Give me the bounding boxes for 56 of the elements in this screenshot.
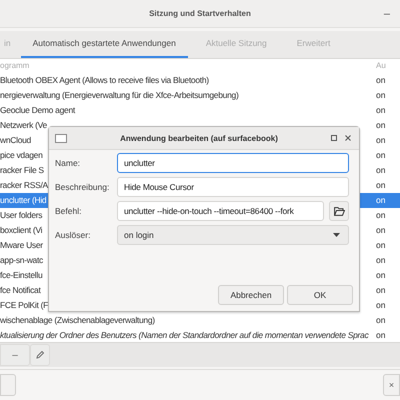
- field-label: Beschreibung:: [55, 182, 110, 192]
- program-name: fce-Einstellu: [0, 270, 42, 280]
- program-name: Geoclue Demo agent: [0, 105, 75, 116]
- window-title: Sitzung und Startverhalten: [149, 8, 251, 18]
- program-name: Bluetooth OBEX Agent (Allows to receive files via Bluetooth): [0, 75, 209, 86]
- trigger-cell-text: on: [376, 300, 386, 310]
- program-name: Netzwerk (Ve: [0, 120, 47, 130]
- program-name: wischenablage (Zwischenablageverwaltung): [0, 315, 155, 326]
- trigger-cell-text: on: [376, 330, 386, 340]
- list-row[interactable]: wischenablage (Zwischenablageverwaltung) on: [0, 312, 400, 328]
- program-name: FCE PolKit (F: [0, 300, 48, 310]
- program-name: ktualisierung der Ordner des Benutzers (Namen der Standardordner auf die momentan verwendete Sprac: [0, 330, 368, 340]
- trigger-cell-text: on: [376, 285, 386, 296]
- list-row[interactable]: Bluetooth OBEX Agent (Allows to receive files via Bluetooth) on: [0, 72, 400, 88]
- program-name: unclutter (Hid: [0, 195, 46, 206]
- browse-button[interactable]: [329, 201, 349, 221]
- trigger-cell-text: on: [376, 75, 386, 86]
- list-row[interactable]: nergieverwaltung (Energieverwaltung für die Xfce-Arbeitsumgebung) on: [0, 88, 400, 103]
- trigger-cell-text: on: [376, 315, 386, 326]
- trigger-cell-text: on: [376, 105, 386, 116]
- trigger-cell-text: on: [376, 270, 386, 280]
- trigger-cell-text: on: [376, 150, 386, 160]
- program-name: Mware User: [0, 240, 43, 250]
- trigger-dropdown[interactable]: on login: [117, 225, 349, 245]
- list-row[interactable]: Geoclue Demo agent on: [0, 102, 400, 118]
- name-field[interactable]: unclutter: [117, 153, 349, 173]
- field-label: Auslöser:: [55, 230, 92, 240]
- program-name: app-sn-watc: [0, 255, 43, 266]
- remove-button[interactable]: –: [0, 344, 30, 366]
- folder-icon: [334, 206, 344, 216]
- trigger-cell-text: on: [376, 255, 386, 266]
- program-name: fce Notificat: [0, 285, 41, 296]
- list-row[interactable]: ktualisierung der Ordner des Benutzers (Namen der Standardordner auf die momentan verwendete Sprac on: [0, 328, 400, 342]
- trigger-cell-text: on: [376, 120, 386, 130]
- field-label: Befehl:: [55, 206, 82, 216]
- trigger-cell-text: on: [376, 165, 386, 176]
- program-name: pice vdagen: [0, 150, 43, 160]
- trigger-cell-text: on: [376, 240, 386, 250]
- pencil-icon: [35, 350, 45, 360]
- cancel-button[interactable]: Abbrechen: [218, 285, 284, 305]
- caret-icon: [333, 233, 340, 237]
- description-field[interactable]: Hide Mouse Cursor: [117, 177, 349, 197]
- trigger-cell-text: on: [376, 90, 386, 100]
- ok-button[interactable]: OK: [287, 285, 353, 305]
- field-label: Name:: [55, 158, 82, 168]
- close-icon[interactable]: [344, 135, 351, 141]
- minimize-button[interactable]: –: [384, 8, 390, 20]
- window-icon: [55, 134, 67, 142]
- command-field[interactable]: unclutter --hide-on-touch --timeout=86400 --fork: [117, 201, 324, 221]
- close-button[interactable]: ×: [383, 374, 400, 396]
- maximize-icon[interactable]: [330, 135, 337, 141]
- trigger-cell-text: on: [376, 195, 386, 206]
- edit-button[interactable]: [30, 344, 50, 366]
- program-name: nergieverwaltung (Energieverwaltung für die Xfce-Arbeitsumgebung): [0, 90, 238, 100]
- program-name: racker File S: [0, 165, 44, 176]
- dialog-title: Anwendung bearbeiten (auf surfacebook): [120, 134, 278, 142]
